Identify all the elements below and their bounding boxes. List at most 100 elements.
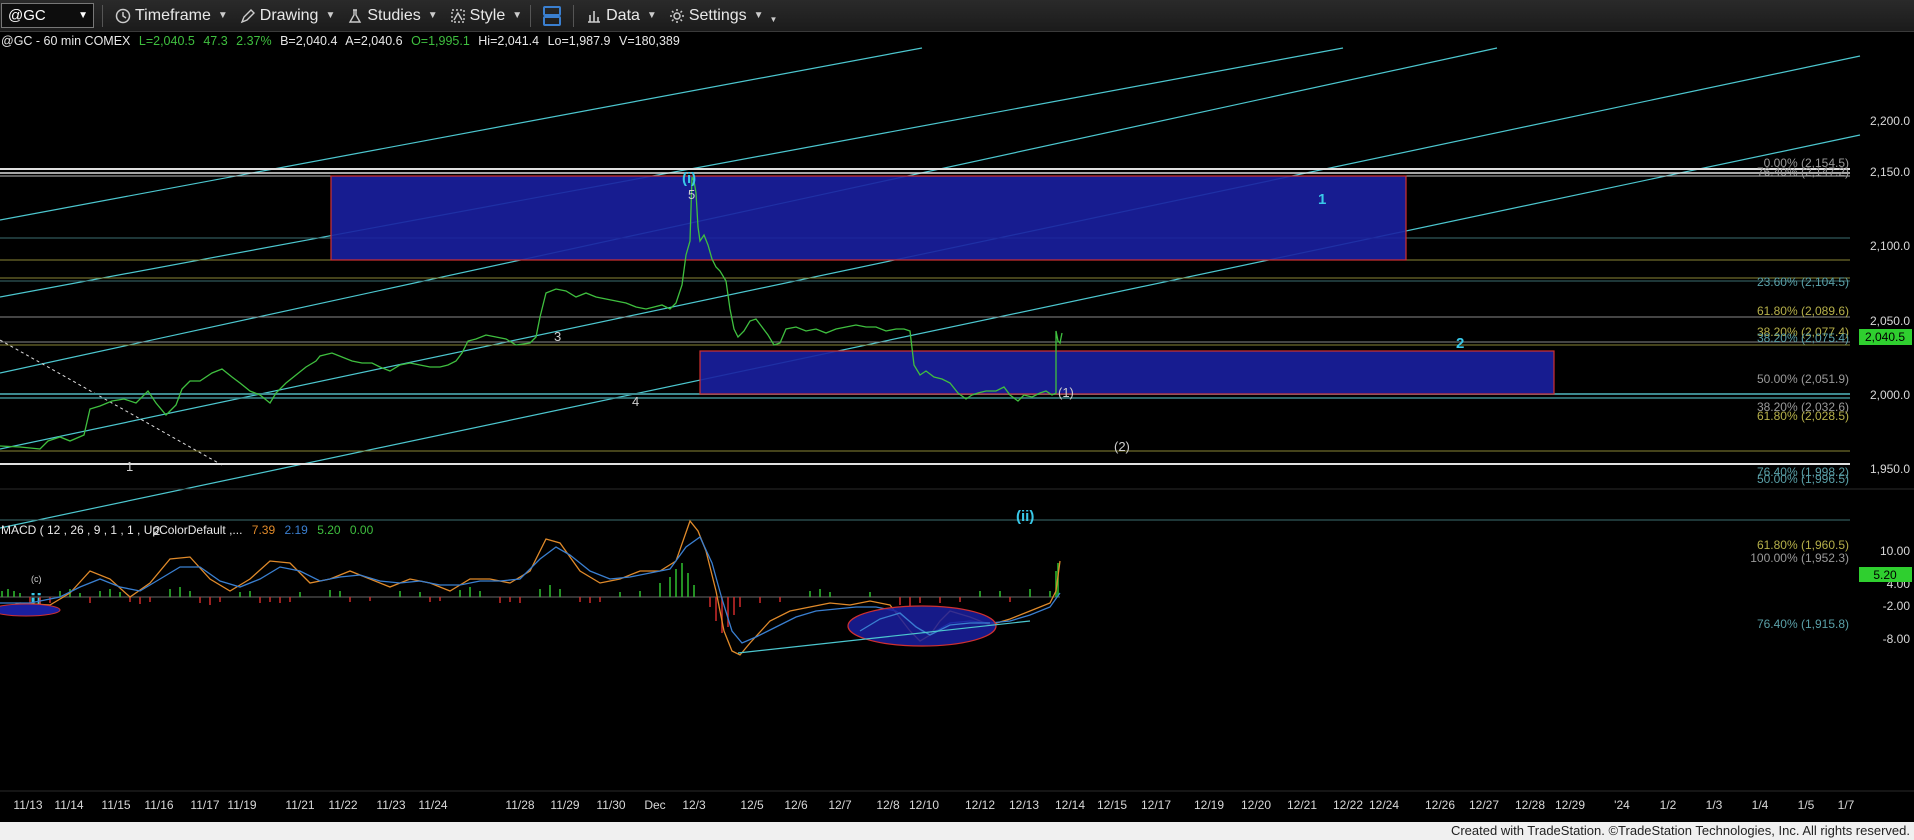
studies-menu[interactable]: Studies ▼ [347, 6, 438, 25]
date-tick: 12/3 [682, 798, 706, 812]
fib-label: 50.00% (1,996.5) [1757, 472, 1849, 486]
price-tick: 2,050.0 [1870, 314, 1910, 328]
symbol-selector[interactable]: @GC ▼ [1, 3, 94, 28]
price-tick: 2,000.0 [1870, 388, 1910, 402]
wave-label-2-paren: (2) [1114, 439, 1130, 454]
style-label: Style [469, 6, 506, 24]
date-tick: 12/22 [1333, 798, 1363, 812]
date-tick: 12/5 [740, 798, 764, 812]
wave-label-5: 5 [688, 187, 695, 202]
pencil-icon [240, 8, 255, 23]
date-tick: 12/29 [1555, 798, 1585, 812]
timeframe-menu[interactable]: Timeframe ▼ [115, 7, 228, 25]
macd-badge: 5.20 [1873, 568, 1897, 582]
date-tick: 11/30 [596, 798, 625, 812]
wave-label-c: (c) [31, 574, 42, 584]
date-tick: 12/12 [965, 798, 995, 812]
wave-label-i: (i) [682, 170, 696, 187]
date-tick: 11/21 [285, 798, 314, 812]
price-tick: 1,950.0 [1870, 462, 1910, 476]
gear-icon [669, 8, 684, 23]
date-tick: 11/28 [505, 798, 534, 812]
style-icon [450, 8, 465, 23]
footer-credit: Created with TradeStation. ©TradeStation… [0, 822, 1914, 840]
macd-value: 7.39 [252, 523, 276, 537]
support-box[interactable] [699, 350, 1555, 395]
ask-price: A=2,040.6 [345, 34, 402, 48]
fib-label: 61.80% (2,028.5) [1757, 409, 1849, 423]
price-chart[interactable]: @GC - 60 min COMEX L=2,040.5 47.3 2.37% … [0, 31, 1914, 822]
data-label: Data [606, 6, 640, 24]
pct-change: 2.37% [236, 34, 271, 48]
data-menu[interactable]: Data ▼ [586, 7, 657, 25]
date-axis: 11/13 11/14 11/15 11/16 11/17 11/19 11/21 11/22… [13, 798, 1854, 812]
flask-icon [349, 8, 362, 23]
date-tick: 12/20 [1241, 798, 1271, 812]
date-tick: 12/13 [1009, 798, 1039, 812]
layout-icon [543, 5, 562, 26]
settings-label: Settings [688, 6, 747, 24]
chart-header: @GC - 60 min COMEX L=2,040.5 47.3 2.37% … [1, 34, 680, 48]
chevron-down-icon: ▼ [78, 10, 88, 21]
chevron-down-icon: ▼ [646, 10, 657, 21]
fib-label: 76.40% (1,915.8) [1757, 617, 1849, 631]
macd-hist-value: 5.20 [317, 523, 341, 537]
last-price: L=2,040.5 [139, 34, 195, 48]
date-tick: 11/23 [376, 798, 405, 812]
chart-toolbar: @GC ▼ Timeframe ▼ Drawing ▼ Studies ▼ St… [0, 0, 1914, 32]
date-tick: 12/24 [1369, 798, 1399, 812]
wave-label-2-major: 2 [1456, 335, 1464, 352]
high-price: Hi=2,041.4 [478, 34, 539, 48]
open-price: O=1,995.1 [411, 34, 470, 48]
wave-label-1-paren: (1) [1058, 385, 1074, 400]
drawing-menu[interactable]: Drawing ▼ [240, 7, 336, 25]
wave-label-1-major: 1 [1318, 191, 1326, 208]
chevron-down-icon: ▼ [512, 10, 523, 21]
macd-legend: MACD ( 12 , 26 , 9 , 1 , 1 , UpColorDefa… [1, 523, 374, 537]
macd-axis: 10.00 4.00 -2.00 -8.00 [1880, 544, 1910, 646]
chevron-down-icon: ▼ [325, 10, 336, 21]
chevron-down-icon: ▼ [753, 10, 764, 21]
date-tick: 12/14 [1055, 798, 1085, 812]
fib-label: 76.40% (2,147.2) [1757, 165, 1849, 179]
macd-tick: -2.00 [1883, 599, 1911, 613]
date-tick: 11/24 [418, 798, 447, 812]
wave-label-1-minor: 1 [126, 459, 133, 474]
fib-label: 61.80% (1,960.5) [1757, 538, 1849, 552]
macd-signal-value: 2.19 [284, 523, 308, 537]
timeframe-icon [115, 8, 131, 23]
date-tick: '24 [1614, 798, 1630, 812]
date-tick: 12/7 [828, 798, 852, 812]
date-tick: 12/17 [1141, 798, 1171, 812]
studies-label: Studies [367, 6, 421, 24]
chevron-down-icon: ▼ [217, 10, 228, 21]
left-ellipse[interactable] [0, 603, 61, 617]
macd-label: MACD ( 12 , 26 , 9 , 1 , 1 , UpColorDefa… [1, 523, 242, 537]
last-price-badge: 2,040.5 [1865, 330, 1905, 344]
net-change: 47.3 [203, 34, 227, 48]
date-tick: 1/5 [1798, 798, 1815, 812]
dashed-trendline[interactable] [0, 339, 223, 466]
date-tick: 12/28 [1515, 798, 1545, 812]
volume: V=180,389 [619, 34, 680, 48]
date-tick: 11/19 [227, 798, 256, 812]
resistance-box[interactable] [330, 175, 1407, 261]
date-tick: 12/26 [1425, 798, 1455, 812]
date-tick: 12/8 [876, 798, 900, 812]
layout-button[interactable] [543, 5, 565, 26]
price-tick: 2,200.0 [1870, 114, 1910, 128]
date-tick: 11/13 [13, 798, 42, 812]
date-tick: 1/3 [1706, 798, 1723, 812]
date-tick: 1/7 [1838, 798, 1855, 812]
date-tick: 11/29 [550, 798, 579, 812]
date-tick: 11/17 [190, 798, 219, 812]
trend-channels[interactable] [0, 47, 1861, 529]
macd-tick: -8.00 [1883, 632, 1911, 646]
divergence-ellipse[interactable] [847, 605, 997, 647]
date-tick: 12/27 [1469, 798, 1499, 812]
style-menu[interactable]: Style ▼ [450, 7, 522, 25]
date-tick: 1/2 [1660, 798, 1677, 812]
fib-label: 61.80% (2,089.6) [1757, 304, 1849, 318]
date-tick: 12/15 [1097, 798, 1127, 812]
settings-menu[interactable]: Settings ▼ ▼ [669, 6, 777, 25]
